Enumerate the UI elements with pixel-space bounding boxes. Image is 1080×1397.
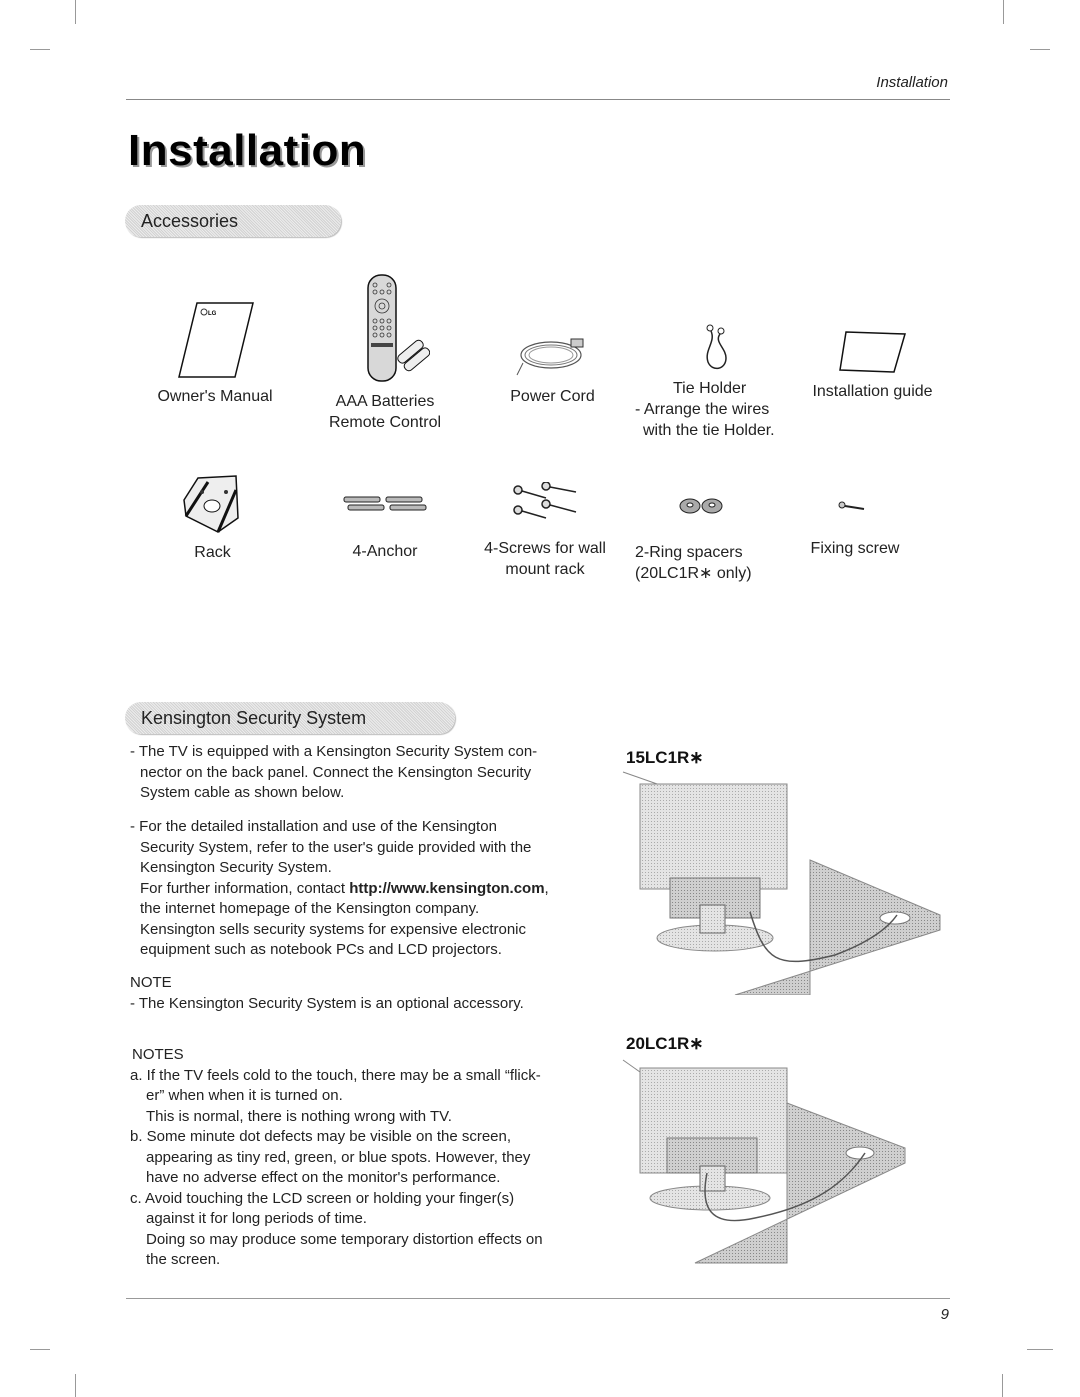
text-line: - The TV is equipped with a Kensington S… <box>130 743 538 760</box>
item-label: Remote Control <box>328 414 442 431</box>
crop-mark <box>30 49 50 50</box>
crop-mark <box>75 0 76 24</box>
remote-control-icon <box>367 274 430 382</box>
item-label: 4-Screws for wall <box>484 540 606 557</box>
accessory-owners-manual: LG Owner's Manual <box>140 300 290 407</box>
note-a: This is normal, there is nothing wrong w… <box>146 1107 452 1125</box>
crop-mark <box>30 1349 50 1350</box>
crop-mark <box>1003 0 1004 24</box>
notes-section: NOTES a. If the TV feels cold to the tou… <box>130 1045 620 1271</box>
kensington-url-link[interactable]: http://www.kensington.com <box>349 880 544 897</box>
running-header: Installation <box>876 74 948 91</box>
rack-icon <box>182 475 239 533</box>
kensington-heading-text: Kensington Security System <box>141 707 367 728</box>
note-c: against it for long periods of time. <box>146 1210 367 1227</box>
item-label: Tie Holder <box>673 380 747 397</box>
model-label-20: 20LC1R∗ <box>626 1034 704 1053</box>
note-b: appearing as tiny red, green, or blue sp… <box>146 1148 531 1166</box>
text-line: Security System, refer to the user's gui… <box>140 838 532 856</box>
item-label: mount rack <box>505 561 585 578</box>
text-line: nector on the back panel. Connect the Ke… <box>140 763 532 781</box>
item-label: 4-Anchor <box>352 543 418 560</box>
crop-mark <box>1027 1349 1053 1350</box>
header-rule <box>126 99 950 100</box>
anchor-icon <box>343 496 427 511</box>
kensington-heading: Kensington Security System <box>125 702 455 734</box>
kensington-details: - For the detailed installation and use … <box>130 817 620 961</box>
note-c: c. Avoid touching the LCD screen or hold… <box>130 1189 515 1207</box>
item-label: Installation guide <box>812 383 933 400</box>
kensington-intro: - The TV is equipped with a Kensington S… <box>130 742 610 804</box>
accessory-anchor: 4-Anchor <box>310 495 460 562</box>
item-label: AAA Batteries <box>335 393 435 410</box>
note-heading: NOTE <box>130 974 172 991</box>
screws-icon <box>513 482 577 519</box>
page-title: Installation <box>128 126 367 175</box>
installation-guide-icon <box>838 331 906 373</box>
kensington-note: NOTE - The Kensington Security System is… <box>130 973 620 1014</box>
crop-mark <box>1002 1374 1003 1397</box>
text-punct: , <box>544 879 549 897</box>
item-label: Power Cord <box>510 388 595 405</box>
text-line: For further information, contact <box>140 879 350 897</box>
accessory-fixing-screw: Fixing screw <box>790 500 920 559</box>
accessory-installation-guide: Installation guide <box>800 330 945 402</box>
note-b: b. Some minute dot defects may be visibl… <box>130 1128 512 1145</box>
item-label: 2-Ring spacers <box>635 544 743 561</box>
note-b: have no adverse effect on the monitor's … <box>146 1169 501 1186</box>
svg-text:LG: LG <box>208 311 217 317</box>
notes-heading: NOTES <box>132 1046 184 1063</box>
accessory-tie-holder: Tie Holder - Arrange the wires with the … <box>630 322 805 441</box>
accessory-screws: 4-Screws for wall mount rack <box>470 482 620 580</box>
crop-mark <box>75 1374 76 1397</box>
note-a: a. If the TV feels cold to the touch, th… <box>130 1066 541 1084</box>
note-c: the screen. <box>146 1251 221 1268</box>
text-line: the internet homepage of the Kensington … <box>140 900 480 917</box>
model-label-15: 15LC1R∗ <box>626 748 704 767</box>
note-a: er” when when it is turned on. <box>146 1087 343 1104</box>
note-text: - The Kensington Security System is an o… <box>130 994 524 1012</box>
tie-holder-icon <box>706 324 727 370</box>
ring-spacers-icon <box>679 498 723 514</box>
item-label: (20LC1R∗ only) <box>635 565 752 582</box>
accessory-remote-batteries: AAA Batteries Remote Control <box>310 273 460 433</box>
tv-kensington-illustration-15 <box>622 771 941 995</box>
accessory-ring-spacers: 2-Ring spacers (20LC1R∗ only) <box>625 497 765 584</box>
item-label: with the tie Holder. <box>643 422 775 439</box>
footer-rule <box>126 1298 950 1299</box>
accessory-power-cord: Power Cord <box>480 325 625 407</box>
accessories-heading: Accessories <box>125 205 341 237</box>
power-cord-icon <box>516 338 583 376</box>
item-label: Rack <box>194 544 231 561</box>
accessory-rack: Rack <box>150 470 275 563</box>
text-line: Kensington sells security systems for ex… <box>140 920 527 938</box>
text-line: equipment such as notebook PCs and LCD p… <box>140 941 502 958</box>
page-number: 9 <box>940 1306 949 1323</box>
accessories-heading-text: Accessories <box>141 210 239 231</box>
fixing-screw-icon <box>838 501 865 510</box>
manual-booklet-icon: LG <box>178 302 254 378</box>
text-line: - For the detailed installation and use … <box>130 818 497 835</box>
crop-mark <box>1030 49 1050 50</box>
item-label: Fixing screw <box>810 540 900 557</box>
text-line: Kensington Security System. <box>140 859 332 876</box>
tv-kensington-illustration-20 <box>622 1059 906 1264</box>
note-c: Doing so may produce some temporary dist… <box>146 1230 543 1248</box>
item-label: Owner's Manual <box>157 388 273 405</box>
text-line: System cable as shown below. <box>140 784 345 801</box>
item-label: - Arrange the wires <box>635 401 770 418</box>
